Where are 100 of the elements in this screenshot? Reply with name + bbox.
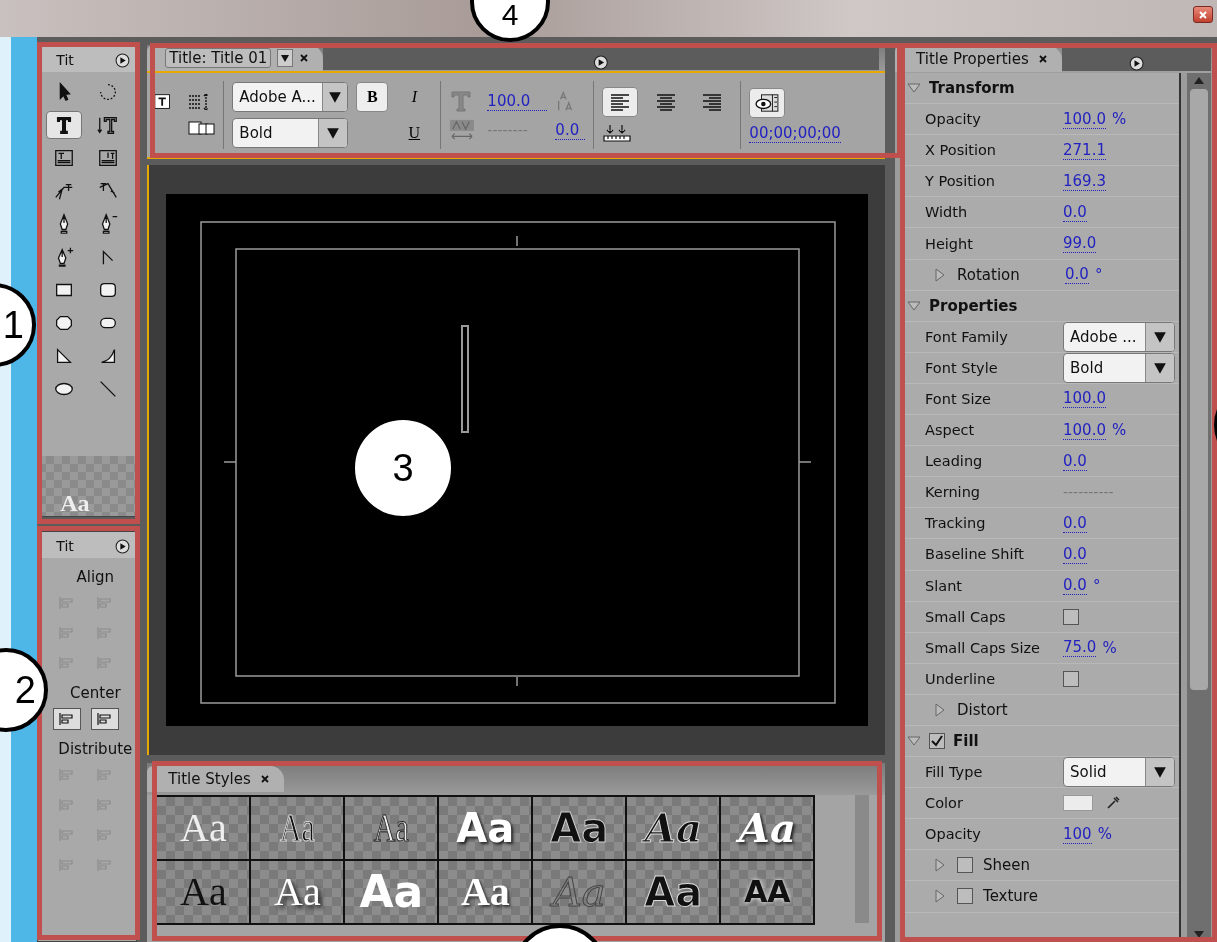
font-style-dropdown[interactable]: Bold	[232, 118, 349, 148]
align-left-button[interactable]	[602, 87, 639, 117]
checkbox[interactable]	[1063, 670, 1079, 687]
property-label: Tracking	[925, 515, 987, 532]
scroll-up-icon[interactable]	[1193, 75, 1205, 85]
underline-button[interactable]: U	[398, 118, 431, 148]
disclosure-triangle-icon[interactable]	[907, 734, 921, 748]
style-swatch[interactable]: Aa	[721, 797, 814, 859]
property-label: Aspect	[925, 422, 976, 439]
italic-button[interactable]: I	[398, 82, 431, 112]
timecode[interactable]: 00;00;00;00	[749, 123, 841, 143]
style-swatch[interactable]: Aa	[439, 797, 532, 859]
property-label: Font Family	[925, 328, 1009, 345]
style-swatch[interactable]: Aa	[157, 797, 250, 859]
dropdown-arrow-icon[interactable]	[1153, 765, 1167, 780]
style-swatch[interactable]: AA	[721, 861, 814, 923]
kerning-value: --------	[487, 122, 529, 138]
panel-menu-icon[interactable]	[115, 52, 131, 68]
section-header[interactable]: Properties	[929, 296, 1018, 315]
style-swatch[interactable]: Aa	[157, 861, 250, 923]
property-value[interactable]: 100.0	[1063, 389, 1106, 409]
disclosure-triangle-icon[interactable]	[933, 267, 947, 282]
property-label: Small Caps Size	[925, 639, 1042, 656]
align-left-icon[interactable]	[609, 92, 632, 112]
style-swatch[interactable]: Aa	[345, 861, 438, 923]
property-label: Opacity	[925, 111, 982, 128]
property-value[interactable]: 0.0	[1065, 265, 1089, 285]
property-value[interactable]: 75.0	[1063, 638, 1097, 658]
bold-button[interactable]: B	[356, 82, 389, 112]
checkbox[interactable]	[957, 888, 973, 905]
dropdown-arrow-icon[interactable]	[326, 126, 341, 140]
panel-menu-icon[interactable]	[115, 538, 131, 554]
property-dropdown[interactable]: Adobe ...	[1063, 321, 1175, 352]
style-swatch[interactable]: Aa	[627, 861, 720, 923]
property-value[interactable]: 0.0	[1063, 576, 1087, 596]
disclosure-triangle-icon[interactable]	[907, 298, 921, 313]
panel-title[interactable]: Tit	[56, 538, 74, 554]
dropdown-arrow-icon[interactable]	[328, 90, 343, 104]
property-group-label[interactable]: Sheen	[983, 856, 1030, 875]
checkbox[interactable]	[957, 857, 973, 874]
property-dropdown[interactable]: Solid	[1063, 757, 1175, 788]
unit-label: %	[1111, 110, 1127, 129]
property-group-label[interactable]: Texture	[983, 887, 1038, 906]
property-value[interactable]: 0.0	[1063, 544, 1087, 564]
dropdown-arrow-icon[interactable]	[1153, 360, 1167, 375]
templates-icon[interactable]	[187, 118, 218, 138]
disclosure-triangle-icon[interactable]	[933, 858, 947, 873]
dropdown-arrow-icon[interactable]	[1153, 329, 1167, 344]
property-value[interactable]: 100.0	[1063, 420, 1106, 440]
unit-label: °	[1092, 576, 1101, 595]
align-center-icon[interactable]	[655, 92, 678, 112]
property-label: Opacity	[925, 826, 982, 843]
font-size-icon	[449, 89, 474, 113]
disclosure-triangle-icon[interactable]	[933, 702, 947, 717]
section-label: Distribute	[58, 740, 133, 758]
area-tool-icon[interactable]	[53, 147, 76, 169]
style-swatch[interactable]: Aa	[533, 861, 626, 923]
style-swatch[interactable]: Aa	[251, 861, 344, 923]
close-icon[interactable]	[259, 774, 270, 784]
section-label: Center	[70, 684, 121, 702]
align-right-icon[interactable]	[701, 92, 724, 112]
tab-ruler-icon[interactable]	[602, 123, 633, 143]
property-value[interactable]: 169.3	[1063, 171, 1106, 191]
panel-title[interactable]: Tit	[56, 52, 74, 68]
property-group-label[interactable]: Distort	[957, 700, 1008, 719]
checkbox[interactable]	[1063, 608, 1079, 625]
property-label: Color	[925, 795, 964, 812]
vtype-tool-icon[interactable]	[97, 114, 120, 136]
varea-tool-icon[interactable]	[97, 147, 120, 169]
property-value[interactable]: 100	[1063, 824, 1092, 844]
property-dropdown[interactable]: Bold	[1063, 352, 1175, 383]
font-family-dropdown[interactable]: Adobe A...	[232, 82, 349, 112]
property-label: Y Position	[925, 173, 996, 190]
title-dropdown[interactable]: Title: Title 01	[165, 48, 272, 68]
scrollbar[interactable]	[855, 795, 869, 923]
property-label: Small Caps	[925, 608, 1007, 625]
property-value[interactable]: 0.0	[1063, 513, 1087, 533]
close-icon[interactable]	[1037, 54, 1048, 64]
section-header[interactable]: Transform	[929, 79, 1015, 98]
close-icon[interactable]	[299, 53, 310, 63]
style-swatch[interactable]: Aa	[533, 797, 626, 859]
font-size-value[interactable]: 100.0	[487, 91, 548, 111]
property-label: Fill Type	[925, 764, 984, 781]
section-header[interactable]: Fill	[953, 732, 979, 750]
property-value[interactable]: 0.0	[1063, 451, 1087, 471]
tracking-value[interactable]: 0.0	[555, 120, 586, 140]
property-value[interactable]: 100.0	[1063, 109, 1106, 129]
disclosure-triangle-icon[interactable]	[933, 889, 947, 904]
property-value[interactable]: 271.1	[1063, 140, 1106, 160]
property-value[interactable]: 0.0	[1063, 202, 1087, 222]
type-tool-button[interactable]	[46, 111, 83, 139]
style-swatch[interactable]: Aa	[439, 861, 532, 923]
property-group-label[interactable]: Rotation	[957, 265, 1020, 284]
property-value[interactable]: 99.0	[1063, 234, 1097, 253]
close-button[interactable]	[1193, 6, 1213, 23]
unit-label: %	[1102, 638, 1117, 657]
unit-label: %	[1111, 421, 1127, 440]
checkbox[interactable]	[929, 733, 945, 749]
scroll-down-icon[interactable]	[1193, 930, 1205, 940]
color-swatch[interactable]	[1063, 795, 1093, 812]
